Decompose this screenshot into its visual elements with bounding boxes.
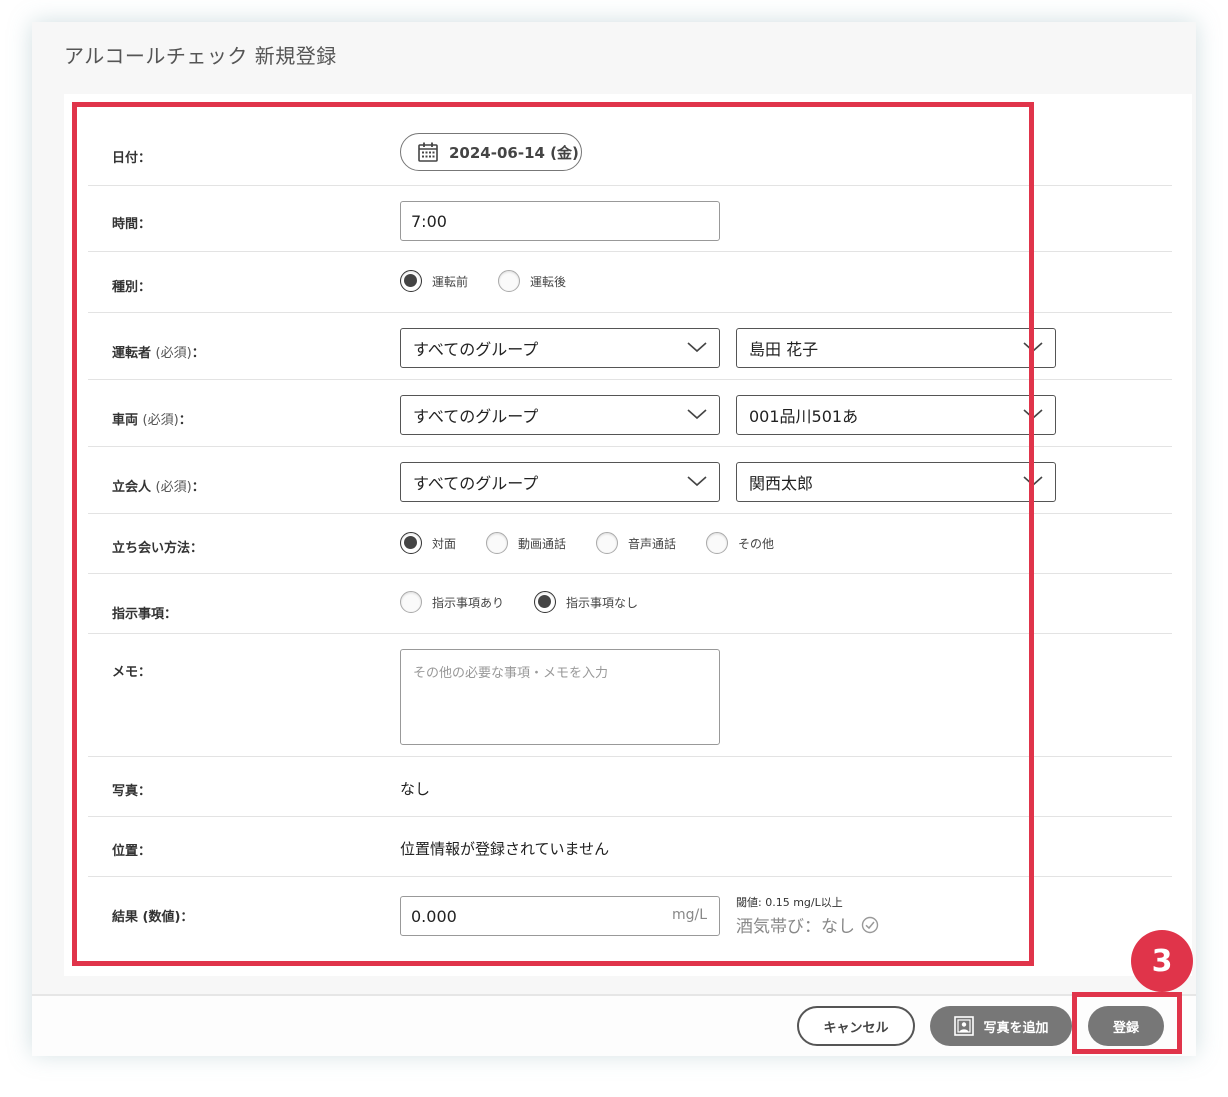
driver-select[interactable]: 島田 花子 [736, 328, 1056, 368]
instructions-radio-group: 指示事項あり 指示事項なし [400, 591, 656, 613]
driver-group-select[interactable]: すべてのグループ [400, 328, 720, 368]
type-option-before-label: 運転前 [432, 274, 469, 289]
instructions-option-yes-label: 指示事項あり [432, 595, 505, 610]
time-value: 7:00 [411, 211, 447, 231]
location-label: 位置： [112, 844, 152, 859]
register-button[interactable]: 登録 [1088, 1006, 1164, 1046]
vehicle-value: 001品川501あ [749, 407, 859, 426]
witness-label: 立会人 (必須)： [112, 480, 205, 495]
witness-select[interactable]: 関西太郎 [736, 462, 1056, 502]
chevron-down-icon [1023, 409, 1043, 420]
row-result: 結果 (数値)： 0.000 mg/L 閾値: 0.15 mg/L以上 酒気帯び… [88, 876, 1172, 956]
cancel-button[interactable]: キャンセル [797, 1006, 915, 1046]
radio-before-drive[interactable] [400, 270, 422, 292]
method-option-face[interactable]: 対面 [400, 532, 456, 554]
method-option-other[interactable]: その他 [706, 532, 774, 554]
method-label: 立ち会い方法： [112, 541, 204, 556]
method-option-voice-label: 音声通話 [628, 536, 677, 551]
vehicle-select[interactable]: 001品川501あ [736, 395, 1056, 435]
instructions-option-yes[interactable]: 指示事項あり [400, 591, 504, 613]
time-label: 時間： [112, 217, 152, 232]
modal-footer: キャンセル 写真を追加 登録 [32, 994, 1196, 1056]
vehicle-label: 車両 (必須)： [112, 413, 192, 428]
result-input[interactable]: 0.000 mg/L [400, 896, 720, 936]
instructions-label: 指示事項： [112, 607, 178, 622]
chevron-down-icon [687, 342, 707, 353]
driver-group-value: すべてのグループ [413, 340, 539, 359]
alcohol-status: 酒気帯び：なし [736, 912, 879, 937]
add-photo-button[interactable]: 写真を追加 [930, 1006, 1072, 1046]
row-location: 位置： 位置情報が登録されていません [88, 816, 1172, 877]
radio-after-drive[interactable] [498, 270, 521, 292]
method-option-voice[interactable]: 音声通話 [596, 532, 676, 554]
method-option-other-label: その他 [738, 536, 775, 551]
driver-label: 運転者 (必須)： [112, 346, 205, 361]
radio-face-to-face[interactable] [400, 532, 422, 554]
driver-value: 島田 花子 [749, 340, 819, 359]
result-unit: mg/L [671, 907, 707, 923]
row-memo: メモ： [88, 633, 1172, 757]
result-value: 0.000 [411, 906, 457, 926]
photo-value: なし [400, 780, 431, 798]
vehicle-group-value: すべてのグループ [413, 407, 539, 426]
row-driver: 運転者 (必須)： すべてのグループ 島田 花子 [88, 312, 1172, 380]
vehicle-group-select[interactable]: すべてのグループ [400, 395, 720, 435]
row-vehicle: 車両 (必須)： すべてのグループ 001品川501あ [88, 379, 1172, 447]
date-label: 日付： [112, 151, 152, 166]
row-type: 種別： 運転前 運転後 [88, 251, 1172, 313]
modal-title: アルコールチェック 新規登録 [64, 44, 337, 68]
time-input[interactable]: 7:00 [400, 201, 720, 241]
instructions-option-no[interactable]: 指示事項なし [534, 591, 638, 613]
type-option-after-label: 運転後 [530, 274, 567, 289]
radio-instructions-yes[interactable] [400, 591, 422, 613]
calendar-icon [418, 142, 438, 162]
method-option-face-label: 対面 [432, 536, 457, 551]
instructions-option-no-label: 指示事項なし [566, 595, 639, 610]
location-value: 位置情報が登録されていません [400, 840, 610, 858]
chevron-down-icon [1023, 342, 1043, 353]
type-option-before[interactable]: 運転前 [400, 270, 468, 292]
chevron-down-icon [1023, 476, 1043, 487]
method-option-video[interactable]: 動画通話 [486, 532, 566, 554]
threshold-text: 閾値: 0.15 mg/L以上 [736, 896, 843, 909]
form-card: 日付： 2024-06-14 (金) 時間： 7:00 種別： 運転前 運転後 … [64, 94, 1192, 976]
alcohol-status-text: 酒気帯び：なし [736, 917, 855, 937]
row-photo: 写真： なし [88, 756, 1172, 817]
witness-value: 関西太郎 [749, 474, 814, 493]
alcohol-check-modal: アルコールチェック 新規登録 日付： 2024-06-14 (金) 時間： 7:… [32, 22, 1196, 1056]
witness-group-select[interactable]: すべてのグループ [400, 462, 720, 502]
result-label: 結果 (数値)： [112, 910, 194, 925]
memo-label: メモ： [112, 665, 152, 680]
row-time: 時間： 7:00 [88, 185, 1172, 252]
date-value: 2024-06-14 (金) [449, 143, 579, 162]
method-radio-group: 対面 動画通話 音声通話 その他 [400, 532, 792, 554]
type-label: 種別： [112, 280, 152, 295]
chevron-down-icon [687, 476, 707, 487]
date-picker-button[interactable]: 2024-06-14 (金) [400, 133, 582, 171]
chevron-down-icon [687, 409, 707, 420]
check-circle-icon [861, 916, 879, 933]
memo-textarea[interactable] [400, 649, 720, 745]
row-witness: 立会人 (必須)： すべてのグループ 関西太郎 [88, 446, 1172, 514]
row-date: 日付： 2024-06-14 (金) [88, 118, 1172, 186]
photo-portrait-icon [954, 1016, 975, 1036]
radio-voice-call[interactable] [596, 532, 619, 554]
photo-label: 写真： [112, 784, 152, 799]
row-method: 立ち会い方法： 対面 動画通話 音声通話 その他 [88, 513, 1172, 574]
radio-video-call[interactable] [486, 532, 509, 554]
witness-group-value: すべてのグループ [413, 474, 539, 493]
type-option-after[interactable]: 運転後 [498, 270, 566, 292]
row-instructions: 指示事項： 指示事項あり 指示事項なし [88, 573, 1172, 634]
radio-other[interactable] [706, 532, 729, 554]
add-photo-label: 写真を追加 [983, 1020, 1049, 1036]
type-radio-group: 運転前 運転後 [400, 270, 584, 292]
method-option-video-label: 動画通話 [518, 536, 567, 551]
radio-instructions-no[interactable] [534, 591, 557, 613]
step-number-badge: 3 [1131, 930, 1193, 992]
